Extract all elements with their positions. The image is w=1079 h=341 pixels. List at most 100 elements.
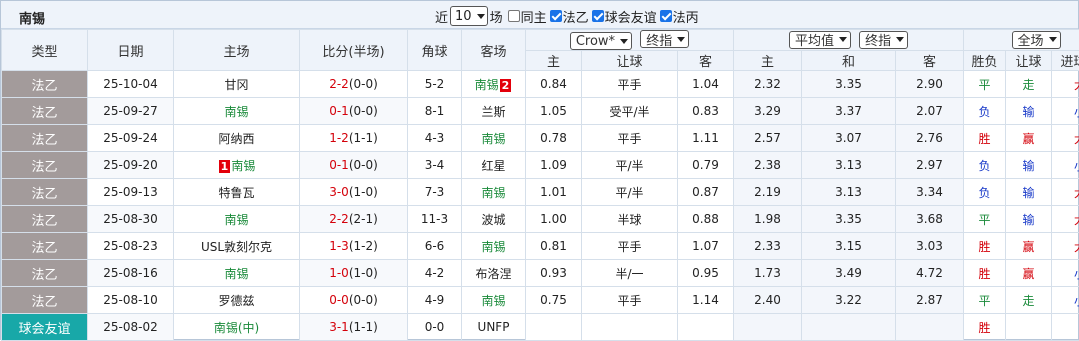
bookmaker-stage-select[interactable]: 终指 xyxy=(640,30,689,48)
odds-home-cell-text: 0.78 xyxy=(540,131,567,145)
average-stage-select[interactable]: 终指 xyxy=(859,31,908,49)
league-cell[interactable]: 球会友谊 xyxy=(2,314,88,341)
match-count-select[interactable]: 10 xyxy=(450,6,488,26)
away-team-cell[interactable]: 南锡 xyxy=(462,125,526,152)
league-cell[interactable]: 法乙 xyxy=(2,233,88,260)
odds-away-cell-text: 0.95 xyxy=(692,266,719,280)
home-team-cell[interactable]: 南锡 xyxy=(174,206,300,233)
home-team-cell[interactable]: 特鲁瓦 xyxy=(174,179,300,206)
score-cell[interactable]: 3-0(1-0) xyxy=(300,179,408,206)
checkbox-checked-icon[interactable] xyxy=(660,10,672,22)
avg-loss-cell: 2.87 xyxy=(896,287,964,314)
home-team-cell[interactable]: 阿纳西 xyxy=(174,125,300,152)
score-cell[interactable]: 3-1(1-1) xyxy=(300,314,408,341)
away-team-cell[interactable]: UNFP xyxy=(462,314,526,341)
odds-home-cell-text: 1.09 xyxy=(540,158,567,172)
away-team-cell-text: 布洛涅 xyxy=(475,267,511,281)
home-team-cell-text: 南锡 xyxy=(231,159,255,173)
bookmaker-select[interactable]: Crow* xyxy=(570,32,632,50)
avg-win-cell-text: 2.40 xyxy=(754,293,781,307)
filter-option[interactable]: 球会友谊 xyxy=(589,7,657,26)
table-row[interactable]: 法乙25-08-10罗德兹0-0(0-0)4-9南锡0.75平手1.142.40… xyxy=(2,287,1079,314)
corners-cell: 8-1 xyxy=(408,98,462,125)
score-cell[interactable]: 0-1(0-0) xyxy=(300,98,408,125)
table-row[interactable]: 法乙25-08-16南锡1-0(1-0)4-2布洛涅0.93半/一0.951.7… xyxy=(2,260,1079,287)
score-cell[interactable]: 2-2(2-1) xyxy=(300,206,408,233)
corners-cell: 6-6 xyxy=(408,233,462,260)
league-cell[interactable]: 法乙 xyxy=(2,206,88,233)
chevron-down-icon xyxy=(620,39,628,44)
avg-draw-cell: 3.15 xyxy=(802,233,896,260)
away-team-cell[interactable]: 南锡2 xyxy=(462,71,526,98)
handicap-result-cell-text: 赢 xyxy=(1023,240,1035,254)
league-cell[interactable]: 法乙 xyxy=(2,98,88,125)
home-team-cell[interactable]: 南锡(中) xyxy=(174,314,300,341)
away-team-cell-text: 兰斯 xyxy=(481,105,505,119)
avg-win-cell-text: 1.98 xyxy=(754,212,781,226)
home-team-cell[interactable]: 罗德兹 xyxy=(174,287,300,314)
score-cell[interactable]: 0-0(0-0) xyxy=(300,287,408,314)
avg-win-cell-text: 2.19 xyxy=(754,185,781,199)
avg-loss-cell-text: 3.68 xyxy=(916,212,943,226)
avg-loss-cell: 2.90 xyxy=(896,71,964,98)
filter-option[interactable]: 法丙 xyxy=(657,7,699,26)
score-cell[interactable]: 0-1(0-0) xyxy=(300,152,408,179)
home-team-cell[interactable]: 南锡 xyxy=(174,98,300,125)
table-row[interactable]: 法乙25-09-27南锡0-1(0-0)8-1兰斯1.05受平/半0.833.2… xyxy=(2,98,1079,125)
bookmaker-group: Crow* 终指 xyxy=(526,30,734,51)
result-cell-text: 平 xyxy=(979,213,991,227)
table-row[interactable]: 法乙25-09-24阿纳西1-2(1-1)4-3南锡0.78平手1.112.57… xyxy=(2,125,1079,152)
home-team-cell[interactable]: 南锡 xyxy=(174,260,300,287)
score-cell[interactable]: 1-3(1-2) xyxy=(300,233,408,260)
table-row[interactable]: 法乙25-09-13特鲁瓦3-0(1-0)7-3南锡1.01平/半0.872.1… xyxy=(2,179,1079,206)
odds-line-cell: 平手 xyxy=(582,125,678,152)
league-cell[interactable]: 法乙 xyxy=(2,152,88,179)
half-time-score: (1-2) xyxy=(349,239,378,253)
average-stage-value: 终指 xyxy=(865,30,891,49)
away-team-cell[interactable]: 红星 xyxy=(462,152,526,179)
average-select[interactable]: 平均值 xyxy=(789,31,851,49)
table-row[interactable]: 法乙25-08-30南锡2-2(2-1)11-3波城1.00半球0.881.98… xyxy=(2,206,1079,233)
checkbox-checked-icon[interactable] xyxy=(592,10,604,22)
score-cell[interactable]: 1-2(1-1) xyxy=(300,125,408,152)
odds-away-cell: 0.83 xyxy=(678,98,734,125)
away-team-cell[interactable]: 波城 xyxy=(462,206,526,233)
matches-table: 类型 日期 主场 比分(半场) 角球 客场 Crow* 终指 平均值 终指 全场 xyxy=(1,29,1079,341)
odds-home-cell xyxy=(526,314,582,341)
home-team-cell[interactable]: 甘冈 xyxy=(174,71,300,98)
home-team-cell[interactable]: 1南锡 xyxy=(174,152,300,179)
col-home: 主场 xyxy=(174,30,300,71)
score-cell[interactable]: 1-0(1-0) xyxy=(300,260,408,287)
odds-line-cell-text: 平手 xyxy=(617,294,641,308)
away-team-cell[interactable]: 南锡 xyxy=(462,179,526,206)
filter-option[interactable]: 同主 xyxy=(505,7,547,26)
score-cell[interactable]: 2-2(0-0) xyxy=(300,71,408,98)
checkbox-icon[interactable] xyxy=(508,10,520,22)
odds-home-cell: 0.93 xyxy=(526,260,582,287)
avg-win-cell: 3.29 xyxy=(734,98,802,125)
league-cell[interactable]: 法乙 xyxy=(2,125,88,152)
table-row[interactable]: 球会友谊25-08-02南锡(中)3-1(1-1)0-0UNFP胜 xyxy=(2,314,1079,341)
scope-select[interactable]: 全场 xyxy=(1012,31,1061,49)
odds-home-cell: 0.81 xyxy=(526,233,582,260)
away-team-cell[interactable]: 兰斯 xyxy=(462,98,526,125)
table-row[interactable]: 法乙25-09-201南锡0-1(0-0)3-4红星1.09平/半0.792.3… xyxy=(2,152,1079,179)
avg-loss-cell-text: 3.34 xyxy=(916,185,943,199)
red-card-badge: 1 xyxy=(219,160,231,173)
away-team-cell[interactable]: 南锡 xyxy=(462,233,526,260)
checkbox-checked-icon[interactable] xyxy=(550,10,562,22)
table-row[interactable]: 法乙25-10-04甘冈2-2(0-0)5-2南锡20.84平手1.042.32… xyxy=(2,71,1079,98)
league-cell[interactable]: 法乙 xyxy=(2,179,88,206)
league-cell[interactable]: 法乙 xyxy=(2,287,88,314)
date-cell-text: 25-09-27 xyxy=(103,104,157,118)
home-team-cell[interactable]: USL敦刻尔克 xyxy=(174,233,300,260)
table-row[interactable]: 法乙25-08-23USL敦刻尔克1-3(1-2)6-6南锡0.81平手1.07… xyxy=(2,233,1079,260)
away-team-cell[interactable]: 布洛涅 xyxy=(462,260,526,287)
full-time-score: 3-1 xyxy=(329,320,349,334)
away-team-cell[interactable]: 南锡 xyxy=(462,287,526,314)
avg-loss-cell-text: 4.72 xyxy=(916,266,943,280)
away-team-cell-text: 波城 xyxy=(481,213,505,227)
league-cell[interactable]: 法乙 xyxy=(2,71,88,98)
filter-option[interactable]: 法乙 xyxy=(547,7,589,26)
league-cell[interactable]: 法乙 xyxy=(2,260,88,287)
